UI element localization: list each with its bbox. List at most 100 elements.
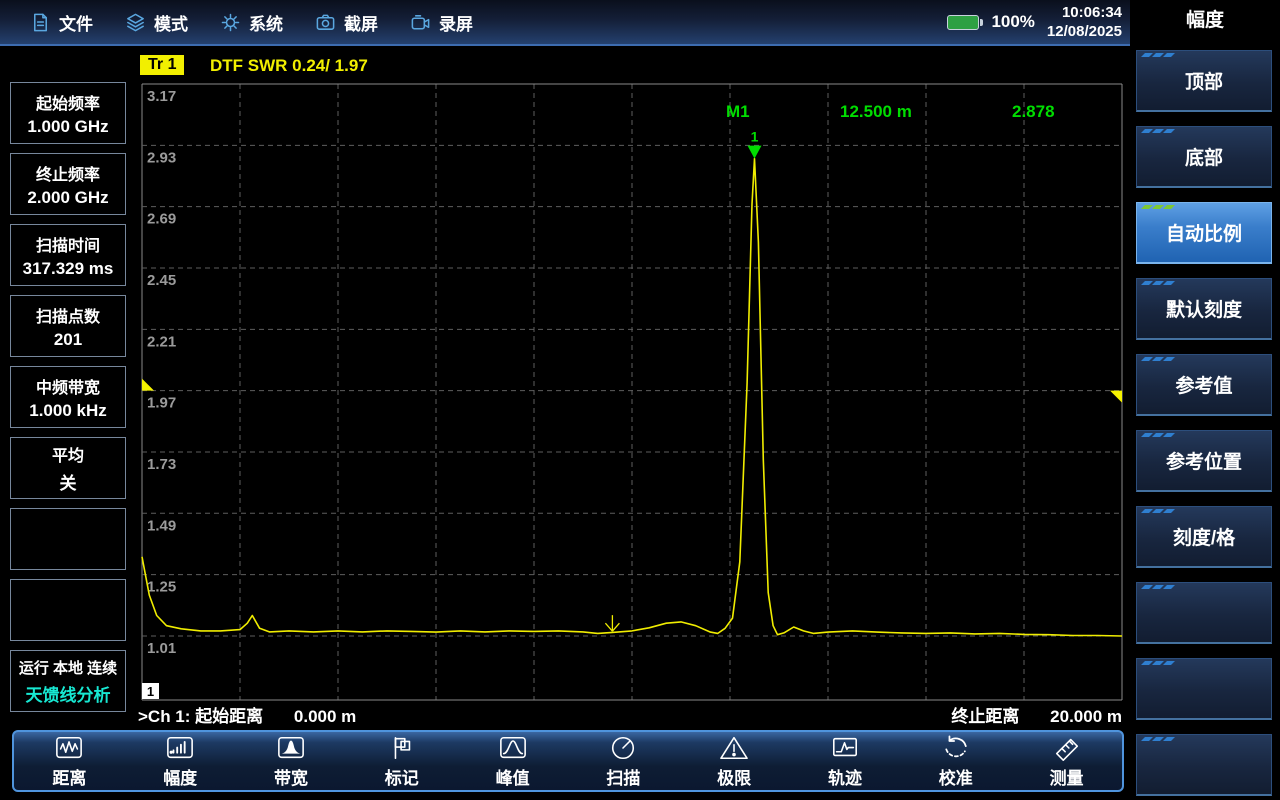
layers-icon xyxy=(125,12,146,33)
svg-text:1.97: 1.97 xyxy=(147,395,176,412)
function-toolbar: 距离 幅度 带宽 标记 峰值 xyxy=(12,730,1124,792)
toolbar-calibrate[interactable]: 校准 xyxy=(900,732,1011,790)
svg-text:2.45: 2.45 xyxy=(147,272,176,289)
corner-marks xyxy=(1143,205,1173,209)
param-sweep-points[interactable]: 扫描点数 201 xyxy=(10,295,126,357)
menu-item-label: 模式 xyxy=(154,10,188,35)
menu-item-mode[interactable]: 模式 xyxy=(125,10,188,35)
top-menu-bar: 文件 模式 系统 截屏 xyxy=(0,0,1130,46)
run-status: 运行 本地 连续 xyxy=(19,657,117,678)
corner-marks xyxy=(1143,737,1173,741)
corner-marks xyxy=(1143,357,1173,361)
menu-item-screenshot[interactable]: 截屏 xyxy=(315,10,378,35)
trace-icon xyxy=(829,734,861,762)
softkey-reference-position[interactable]: 参考位置 xyxy=(1136,430,1272,492)
time-text: 10:06:34 xyxy=(1047,3,1122,23)
clock: 10:06:34 12/08/2025 xyxy=(1047,3,1122,42)
svg-text:2.93: 2.93 xyxy=(147,149,176,166)
calibrate-icon xyxy=(940,734,972,762)
camera-icon xyxy=(315,12,336,33)
softkey-autoscale[interactable]: 自动比例 xyxy=(1136,202,1272,264)
dtf-swr-plot[interactable]: 3.172.932.692.452.211.971.731.491.251.01… xyxy=(134,47,1130,728)
amplitude-icon xyxy=(164,734,196,762)
menu-item-label: 文件 xyxy=(59,10,93,35)
softkey-empty-3 xyxy=(1136,734,1272,796)
chart-area: 3.172.932.692.452.211.971.731.491.251.01… xyxy=(134,47,1130,728)
date-text: 12/08/2025 xyxy=(1047,22,1122,42)
stop-distance-value[interactable]: 20.000 m xyxy=(1050,707,1122,726)
peak-icon xyxy=(497,734,529,762)
menu-item-record[interactable]: 录屏 xyxy=(410,10,473,35)
softkey-empty-2 xyxy=(1136,658,1272,720)
chart-title: DTF SWR 0.24/ 1.97 xyxy=(210,56,368,76)
toolbar-marker[interactable]: 标记 xyxy=(346,732,457,790)
corner-marks xyxy=(1143,661,1173,665)
softkey-panel-title: 幅度 xyxy=(1130,0,1280,36)
param-if-bandwidth[interactable]: 中频带宽 1.000 kHz xyxy=(10,366,126,428)
corner-marks xyxy=(1143,509,1173,513)
distance-icon xyxy=(53,734,85,762)
measure-icon xyxy=(1051,734,1083,762)
menu-item-file[interactable]: 文件 xyxy=(30,10,93,35)
start-distance-label: >Ch 1: 起始距离 xyxy=(138,707,263,726)
svg-text:2.21: 2.21 xyxy=(147,333,176,350)
softkey-panel: 幅度 顶部 底部 自动比例 默认刻度 参考值 参考位置 刻度/格 xyxy=(1130,0,1280,800)
start-distance-value[interactable]: 0.000 m xyxy=(294,707,356,726)
softkey-empty-1 xyxy=(1136,582,1272,644)
toolbar-peak[interactable]: 峰值 xyxy=(457,732,568,790)
toolbar-sweep[interactable]: 扫描 xyxy=(568,732,679,790)
corner-marks xyxy=(1143,53,1173,57)
menu-item-label: 系统 xyxy=(249,10,283,35)
marker-distance: 12.500 m xyxy=(840,102,912,122)
corner-marks xyxy=(1143,585,1173,589)
softkey-top[interactable]: 顶部 xyxy=(1136,50,1272,112)
toolbar-measure[interactable]: 测量 xyxy=(1011,732,1122,790)
menu-item-label: 录屏 xyxy=(439,10,473,35)
menu-item-system[interactable]: 系统 xyxy=(220,10,283,35)
param-stop-frequency[interactable]: 终止频率 2.000 GHz xyxy=(10,153,126,215)
sweep-icon xyxy=(607,734,639,762)
softkey-default-scale[interactable]: 默认刻度 xyxy=(1136,278,1272,340)
param-empty-1 xyxy=(10,508,126,570)
battery-icon xyxy=(947,15,979,30)
svg-text:1: 1 xyxy=(751,129,759,145)
toolbar-trace[interactable]: 轨迹 xyxy=(790,732,901,790)
svg-text:1.25: 1.25 xyxy=(147,579,176,596)
softkey-bottom[interactable]: 底部 xyxy=(1136,126,1272,188)
toolbar-bandwidth[interactable]: 带宽 xyxy=(236,732,347,790)
status-box: 运行 本地 连续 天馈线分析 xyxy=(10,650,126,712)
file-icon xyxy=(30,12,51,33)
bandwidth-icon xyxy=(275,734,307,762)
svg-text:1.73: 1.73 xyxy=(147,456,176,473)
marker-icon xyxy=(386,734,418,762)
param-sweep-time[interactable]: 扫描时间 317.329 ms xyxy=(10,224,126,286)
marker-value: 2.878 xyxy=(1012,102,1055,122)
marker-name: M1 xyxy=(726,102,750,122)
battery-percent: 100% xyxy=(991,12,1034,32)
channel-status-line: >Ch 1: 起始距离 0.000 m 终止距离 20.000 m xyxy=(138,702,1122,727)
analysis-mode: 天馈线分析 xyxy=(26,681,111,706)
toolbar-amplitude[interactable]: 幅度 xyxy=(125,732,236,790)
corner-marks xyxy=(1143,129,1173,133)
svg-text:1.01: 1.01 xyxy=(147,640,176,657)
trace-badge: Tr 1 xyxy=(140,55,184,75)
stop-distance-label: 终止距离 xyxy=(951,707,1019,726)
corner-marks xyxy=(1143,281,1173,285)
toolbar-distance[interactable]: 距离 xyxy=(14,732,125,790)
menu: 文件 模式 系统 截屏 xyxy=(0,10,473,35)
param-average[interactable]: 平均 关 xyxy=(10,437,126,499)
limit-icon xyxy=(718,734,750,762)
menu-item-label: 截屏 xyxy=(344,10,378,35)
gear-icon xyxy=(220,12,241,33)
svg-text:3.17: 3.17 xyxy=(147,88,176,105)
corner-marks xyxy=(1143,433,1173,437)
svg-text:2.69: 2.69 xyxy=(147,211,176,228)
softkey-scale-per-div[interactable]: 刻度/格 xyxy=(1136,506,1272,568)
param-start-frequency[interactable]: 起始频率 1.000 GHz xyxy=(10,82,126,144)
toolbar-limit[interactable]: 极限 xyxy=(679,732,790,790)
parameter-panel: 起始频率 1.000 GHz 终止频率 2.000 GHz 扫描时间 317.3… xyxy=(0,48,134,800)
svg-text:1: 1 xyxy=(147,684,154,699)
recorder-icon xyxy=(410,12,431,33)
softkey-reference-value[interactable]: 参考值 xyxy=(1136,354,1272,416)
param-empty-2 xyxy=(10,579,126,641)
